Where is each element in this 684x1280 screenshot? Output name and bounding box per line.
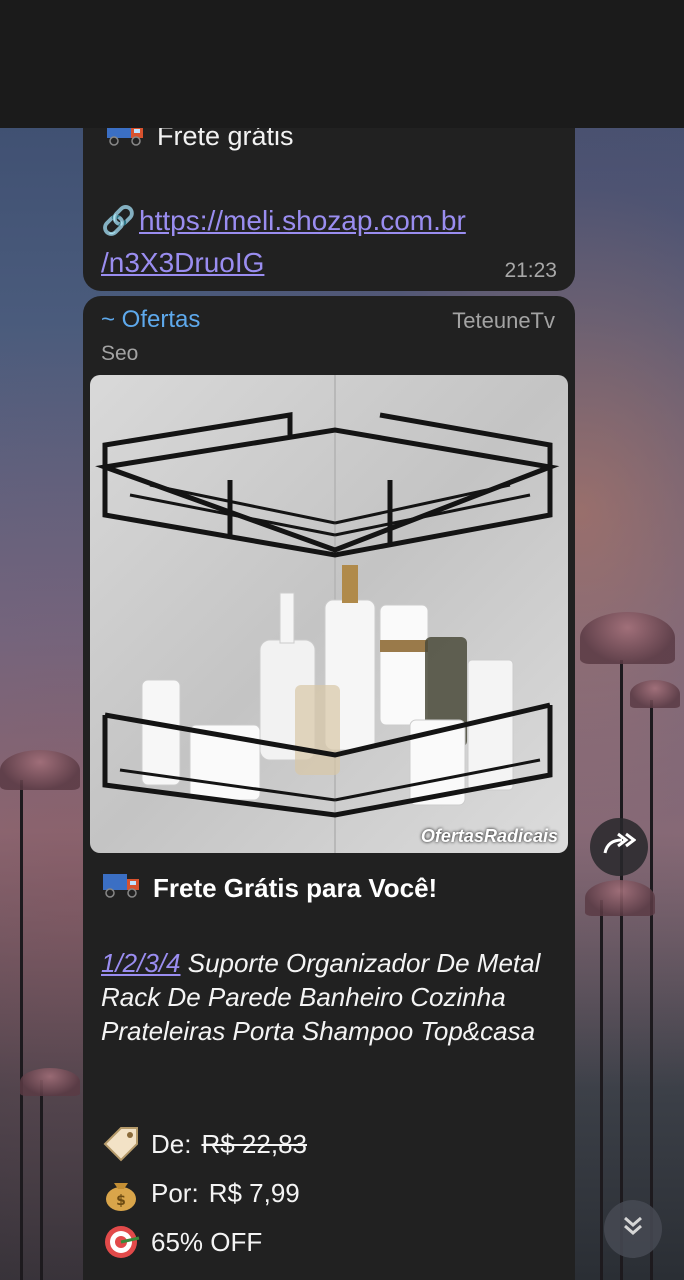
discount-value: 65% OFF bbox=[151, 1226, 263, 1257]
target-icon bbox=[101, 1222, 141, 1262]
channel-name: TeteuneTv bbox=[452, 308, 555, 333]
forwarded-from[interactable]: ~ Ofertas bbox=[101, 306, 200, 334]
headline: Frete Grátis para Você! bbox=[101, 870, 437, 907]
headline-text: Frete Grátis para Você! bbox=[153, 873, 438, 903]
scroll-down-button[interactable] bbox=[604, 1200, 662, 1258]
offer-link-line2[interactable]: /n3X3DruoIG bbox=[101, 247, 264, 278]
product-description: 1/2/3/4 Suporte Organizador De Metal Rac… bbox=[101, 946, 561, 1048]
share-icon bbox=[602, 831, 637, 864]
description-link[interactable]: 1/2/3/4 bbox=[101, 948, 181, 978]
price-to-value: R$ 7,99 bbox=[208, 1177, 300, 1208]
link-row: 🔗 https://meli.shozap.com.br /n3X3DruoIG bbox=[101, 200, 521, 284]
price-to-row: $ Por: R$ 7,99 bbox=[101, 1173, 300, 1213]
truck-icon bbox=[101, 870, 143, 907]
chevrons-down-icon bbox=[620, 1213, 646, 1246]
price-to-label: Por: bbox=[151, 1177, 199, 1208]
chat-screen: Frete grátis 🔗 https://meli.shozap.com.br… bbox=[0, 0, 684, 1280]
svg-text:$: $ bbox=[116, 1193, 126, 1209]
discount-row: 65% OFF bbox=[101, 1222, 262, 1262]
message-time: 21:23 bbox=[504, 259, 557, 282]
price-from-value: R$ 22,83 bbox=[201, 1128, 307, 1159]
share-button[interactable] bbox=[590, 818, 648, 876]
price-from-row: De: R$ 22,83 bbox=[101, 1124, 307, 1164]
message-bubble-2[interactable]: ~ Ofertas TeteuneTv Seo OfertasRadicais … bbox=[83, 296, 575, 1280]
corner-shelf-illustration bbox=[95, 375, 560, 853]
status-bar bbox=[0, 0, 684, 128]
offer-link-line1[interactable]: https://meli.shozap.com.br bbox=[139, 205, 466, 236]
product-photo[interactable]: OfertasRadicais bbox=[90, 375, 568, 853]
tag-icon bbox=[101, 1124, 141, 1164]
money-bag-icon: $ bbox=[101, 1173, 141, 1213]
price-from-label: De: bbox=[151, 1128, 192, 1159]
forwarded-subtitle: Seo bbox=[101, 342, 139, 365]
link-icon: 🔗 bbox=[101, 205, 136, 236]
photo-watermark: OfertasRadicais bbox=[420, 826, 558, 846]
